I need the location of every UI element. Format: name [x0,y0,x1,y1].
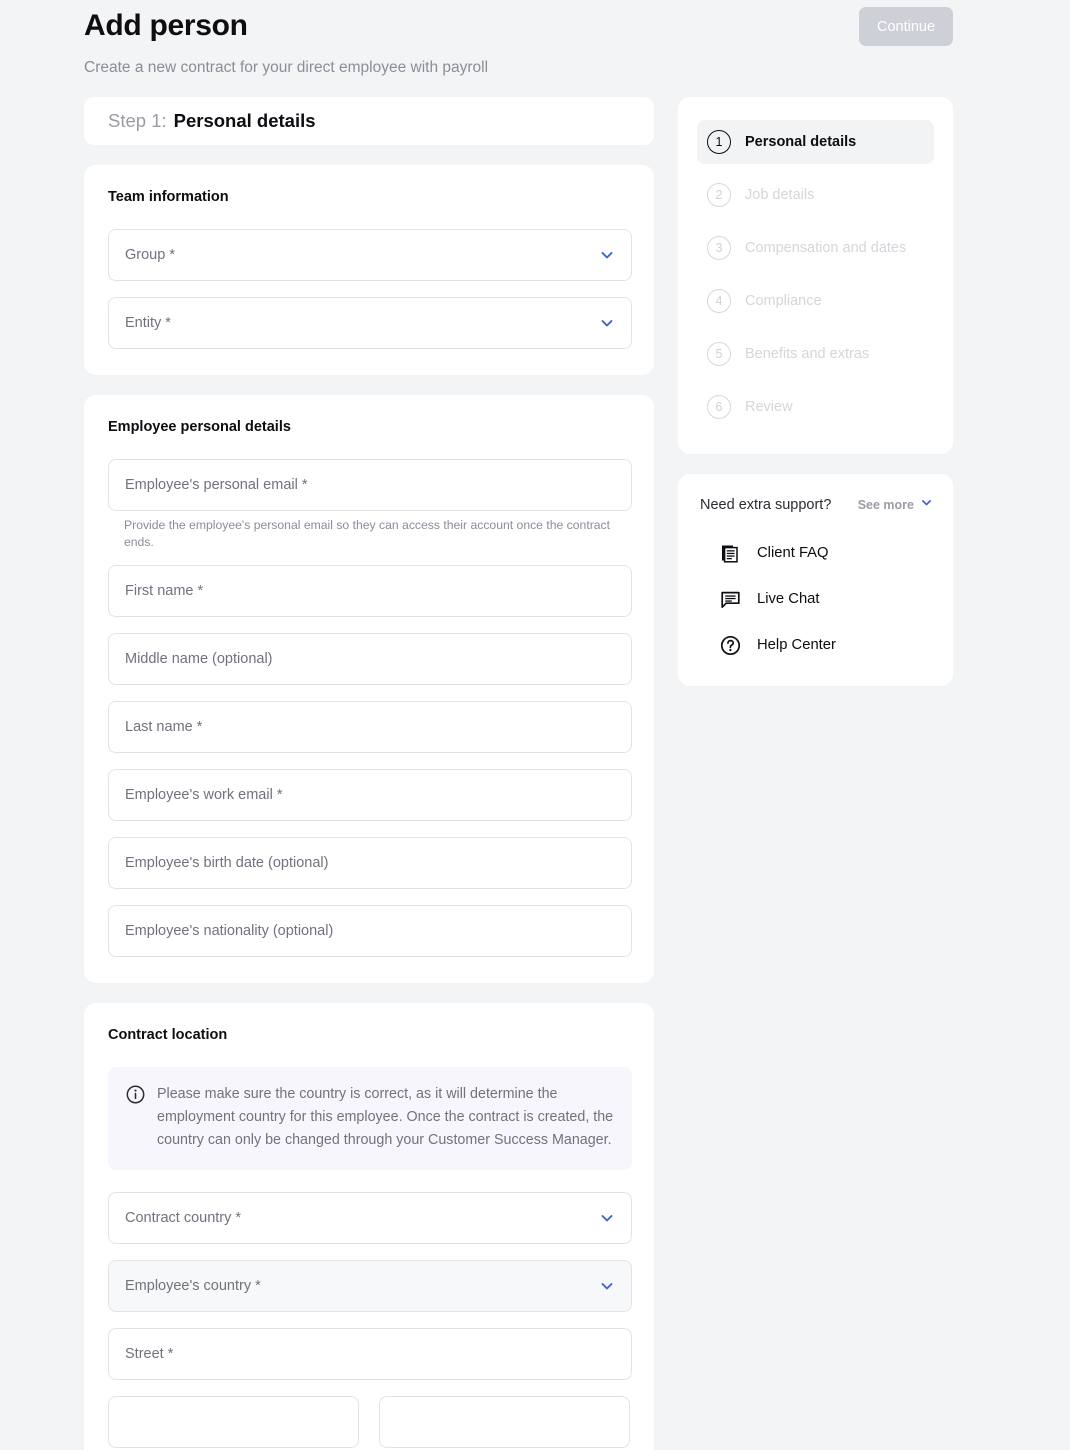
add-person-page: Add person Create a new contract for you… [0,0,1070,1450]
info-icon [126,1085,145,1152]
continue-button[interactable]: Continue [859,7,953,46]
stepper-item-compensation-and-dates[interactable]: 3 Compensation and dates [697,226,934,270]
country-info-text: Please make sure the country is correct,… [157,1086,614,1148]
support-item-client-faq[interactable]: Client FAQ [697,538,934,568]
street-label: Street * [125,1346,174,1362]
support-item-label: Live Chat [757,591,820,607]
stepper-item-label: Benefits and extras [745,346,870,362]
page-subtitle: Create a new contract for your direct em… [84,59,489,76]
stepper-item-label: Personal details [745,134,857,150]
personal-email-label: Employee's personal email * [125,477,308,493]
stepper-item-benefits-and-extras[interactable]: 5 Benefits and extras [697,332,934,376]
chat-bubble-icon [720,589,741,610]
personal-email-helper-text: Provide the employee's personal email so… [124,518,611,549]
employee-country-label: Employee's country * [125,1278,261,1294]
step-header-name: Personal details [173,110,316,131]
main-form-column: Step 1: Personal details Team informatio… [84,97,654,1450]
see-more-toggle[interactable]: See more [858,496,933,514]
step-number-badge: 1 [707,130,731,154]
chevron-down-icon [920,496,933,514]
birth-date-input[interactable]: Employee's birth date (optional) [108,837,632,889]
stepper-item-personal-details[interactable]: 1 Personal details [697,120,934,164]
support-item-help-center[interactable]: Help Center [697,630,934,660]
stepper-item-label: Compensation and dates [745,240,907,256]
document-faq-icon [720,543,741,564]
support-card-header: Need extra support? See more [697,496,934,514]
support-card-title: Need extra support? [700,497,832,513]
address-split-row [108,1396,630,1448]
stepper-item-label: Compliance [745,293,822,309]
address-field-left[interactable] [108,1396,359,1448]
work-email-input[interactable]: Employee's work email * [108,769,632,821]
group-select[interactable]: Group * [108,229,632,281]
stepper-item-label: Review [745,399,793,415]
step-number-badge: 2 [707,183,731,207]
first-name-label: First name * [125,583,204,599]
team-information-title: Team information [108,189,229,205]
address-field-right[interactable] [379,1396,630,1448]
country-info-banner: Please make sure the country is correct,… [108,1067,632,1170]
stepper-card: 1 Personal details 2 Job details 3 Compe… [678,97,953,454]
chevron-down-icon [599,315,615,331]
stepper-item-review[interactable]: 6 Review [697,385,934,429]
see-more-label: See more [857,498,914,512]
chevron-down-icon [599,247,615,263]
middle-name-label: Middle name (optional) [125,651,273,667]
stepper-item-job-details[interactable]: 2 Job details [697,173,934,217]
employee-country-select[interactable]: Employee's country * [108,1260,632,1312]
chevron-down-icon [599,1278,615,1294]
first-name-input[interactable]: First name * [108,565,632,617]
support-item-label: Help Center [757,637,836,653]
group-select-label: Group * [125,247,175,263]
support-card: Need extra support? See more Client FAQ … [678,474,953,686]
entity-select-label: Entity * [125,315,171,331]
page-header: Add person Create a new contract for you… [0,0,1070,92]
last-name-label: Last name * [125,719,203,735]
last-name-input[interactable]: Last name * [108,701,632,753]
contract-country-select[interactable]: Contract country * [108,1192,632,1244]
employee-personal-details-title: Employee personal details [108,419,291,435]
step-number-badge: 3 [707,236,731,260]
step-number-badge: 4 [707,289,731,313]
employee-personal-details-card: Employee personal details Employee's per… [84,395,654,983]
work-email-label: Employee's work email * [125,787,283,803]
entity-select[interactable]: Entity * [108,297,632,349]
step-number-badge: 6 [707,395,731,419]
stepper-item-label: Job details [745,187,815,203]
team-information-card: Team information Group * Entity * [84,165,654,375]
nationality-label: Employee's nationality (optional) [125,923,334,939]
contract-location-title: Contract location [108,1027,228,1043]
step-header-prefix: Step 1: [108,110,167,131]
support-item-label: Client FAQ [757,545,829,561]
contract-country-label: Contract country * [125,1210,242,1226]
step-number-badge: 5 [707,342,731,366]
support-item-live-chat[interactable]: Live Chat [697,584,934,614]
contract-location-card: Contract location Please make sure the c… [84,1003,654,1450]
chevron-down-icon [599,1210,615,1226]
nationality-input[interactable]: Employee's nationality (optional) [108,905,632,957]
stepper-item-compliance[interactable]: 4 Compliance [697,279,934,323]
middle-name-input[interactable]: Middle name (optional) [108,633,632,685]
question-circle-icon [720,635,741,656]
sidebar-column: 1 Personal details 2 Job details 3 Compe… [678,97,953,686]
birth-date-label: Employee's birth date (optional) [125,855,329,871]
page-title: Add person [84,9,248,42]
step-header-card: Step 1: Personal details [84,97,654,145]
personal-email-input[interactable]: Employee's personal email * [108,459,632,511]
street-input[interactable]: Street * [108,1328,632,1380]
